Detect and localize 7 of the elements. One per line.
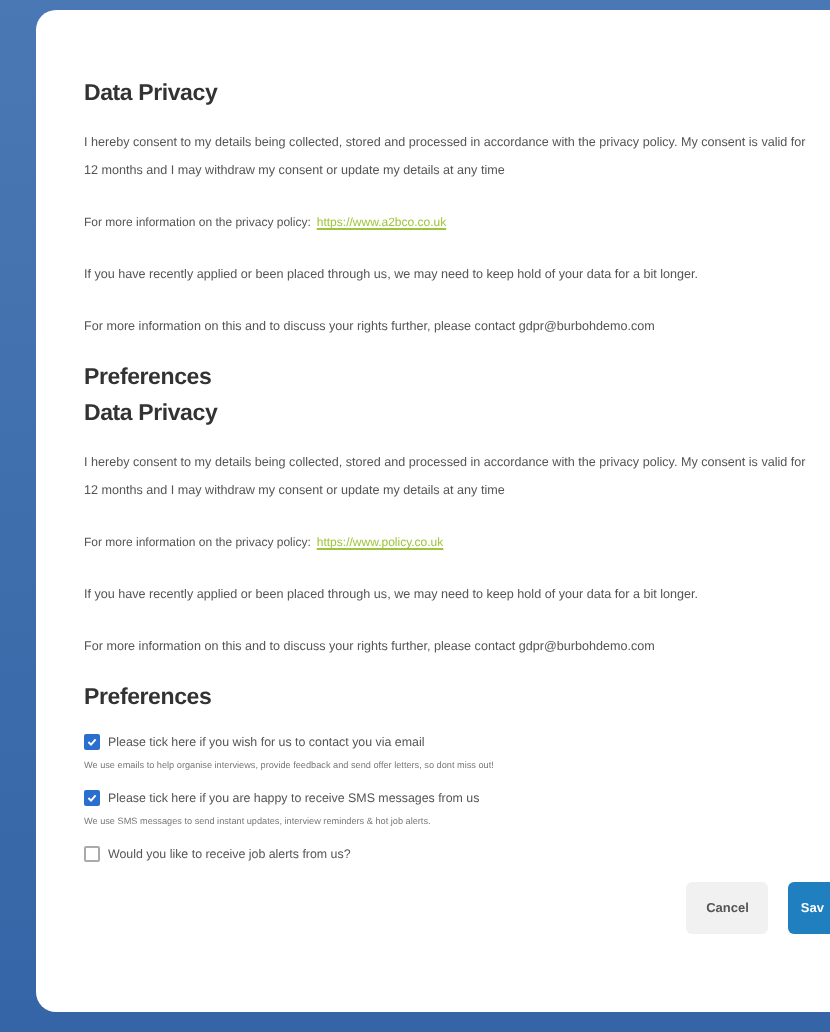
section-heading: Data Privacy [84, 82, 220, 106]
checkbox[interactable] [84, 734, 100, 750]
section-heading: Preferences [84, 366, 214, 390]
checkbox[interactable] [84, 790, 100, 806]
section-heading: Preferences [84, 686, 214, 710]
section-heading: Data Privacy [84, 402, 220, 426]
checkbox[interactable] [84, 846, 100, 862]
